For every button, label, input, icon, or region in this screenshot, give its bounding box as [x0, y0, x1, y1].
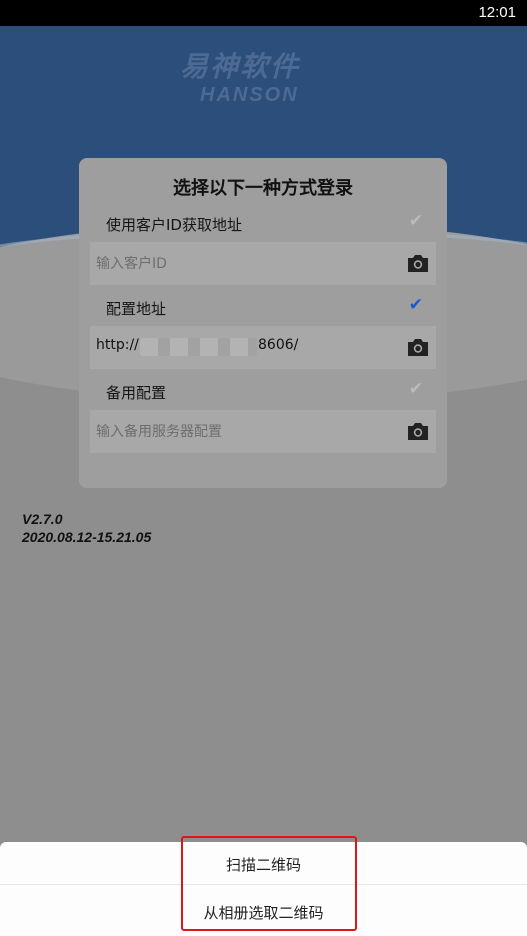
option-config-address-label[interactable]: 配置地址 [106, 298, 166, 319]
option-config-address-check-icon[interactable]: ✔ [409, 295, 423, 315]
status-time: 12:01 [478, 4, 516, 21]
version-info: V2.7.0 2020.08.12-15.21.05 [22, 510, 151, 546]
backup-config-field [90, 410, 436, 453]
camera-icon[interactable] [406, 420, 430, 442]
scan-qr-button[interactable]: 扫描二维码 [0, 842, 527, 888]
sheet-divider [0, 884, 527, 885]
redacted-address [140, 338, 257, 356]
config-address-suffix: 8606/ [258, 337, 299, 353]
camera-icon[interactable] [406, 336, 430, 358]
login-method-dialog: 选择以下一种方式登录 使用客户ID获取地址 ✔ 配置地址 ✔ http:// 8… [79, 158, 447, 488]
bottom-action-sheet: 扫描二维码 从相册选取二维码 [0, 842, 527, 936]
build-date: 2020.08.12-15.21.05 [22, 529, 152, 545]
config-address-field[interactable]: http:// 8606/ [90, 326, 436, 369]
camera-icon[interactable] [406, 252, 430, 274]
dialog-title: 选择以下一种方式登录 [173, 178, 353, 199]
customer-id-input[interactable] [96, 242, 396, 285]
option-customer-id-label[interactable]: 使用客户ID获取地址 [106, 214, 242, 235]
config-address-prefix: http:// [96, 337, 139, 353]
backup-config-input[interactable] [96, 410, 396, 453]
logo-english: HANSON [200, 84, 299, 106]
option-customer-id-check-icon[interactable]: ✔ [409, 211, 423, 231]
status-bar: 12:01 [0, 0, 527, 26]
logo-chinese: 易神软件 [180, 52, 301, 82]
customer-id-field [90, 242, 436, 285]
pick-qr-from-album-button[interactable]: 从相册选取二维码 [0, 890, 527, 936]
version-number: V2.7.0 [22, 511, 63, 527]
option-backup-config-label[interactable]: 备用配置 [106, 382, 166, 403]
option-backup-config-check-icon[interactable]: ✔ [409, 379, 423, 399]
